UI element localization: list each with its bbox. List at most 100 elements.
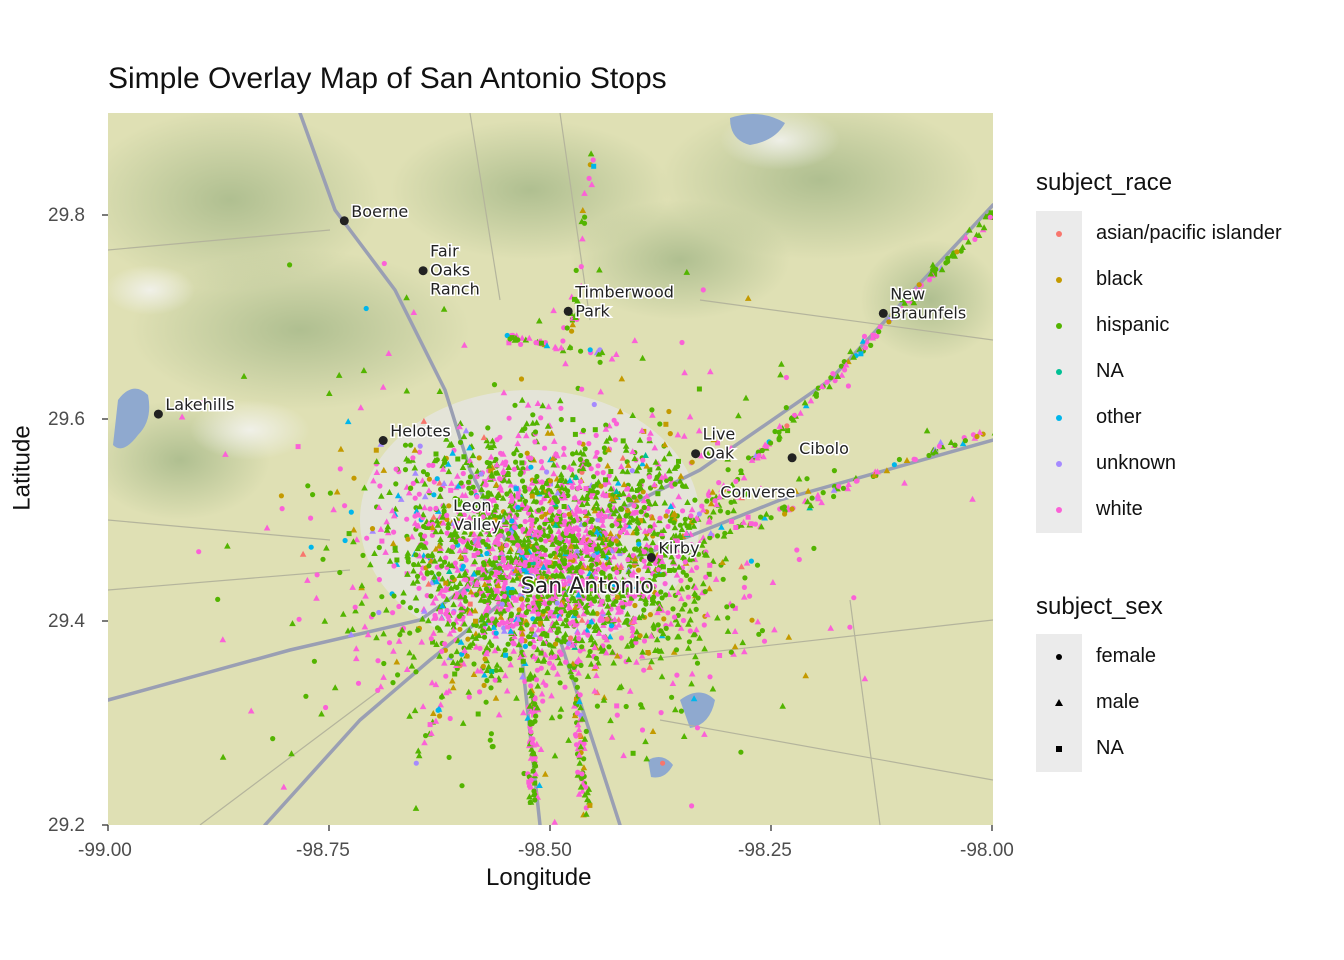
stop-point bbox=[840, 485, 847, 491]
stop-point bbox=[529, 493, 535, 499]
stop-point bbox=[566, 641, 572, 647]
stop-point bbox=[758, 514, 764, 520]
map-plot[interactable]: BoerneFair Oaks Ranch Timberwood ParkNew Brau… bbox=[0, 0, 1344, 960]
stop-point bbox=[558, 609, 564, 615]
stop-point bbox=[445, 525, 451, 531]
stop-point bbox=[634, 530, 640, 536]
stop-point bbox=[448, 487, 454, 493]
place-dot bbox=[339, 216, 349, 226]
stop-point bbox=[408, 442, 414, 448]
stop-point bbox=[641, 504, 647, 511]
stop-point bbox=[416, 491, 422, 497]
stop-point bbox=[444, 607, 450, 614]
stop-point bbox=[861, 333, 868, 339]
stop-point bbox=[704, 498, 710, 504]
stop-point bbox=[682, 516, 688, 522]
stop-point bbox=[717, 508, 724, 514]
stop-point bbox=[524, 450, 530, 456]
stop-point bbox=[862, 345, 869, 351]
stop-point bbox=[505, 606, 511, 613]
stop-point bbox=[845, 383, 852, 389]
stop-point bbox=[446, 754, 452, 761]
stop-point bbox=[676, 458, 681, 464]
stop-point bbox=[405, 559, 411, 565]
stop-point bbox=[513, 486, 519, 492]
stop-point bbox=[689, 459, 695, 465]
stop-point bbox=[439, 694, 445, 700]
stop-point bbox=[519, 478, 526, 484]
legend-color-dot bbox=[1056, 507, 1062, 513]
stop-point bbox=[759, 447, 765, 454]
stop-point bbox=[599, 598, 605, 604]
stop-point bbox=[439, 648, 445, 655]
stop-point bbox=[768, 440, 774, 446]
place-dot bbox=[878, 308, 888, 318]
stop-point bbox=[536, 601, 542, 607]
stop-point bbox=[407, 630, 413, 636]
stop-point bbox=[402, 467, 409, 473]
stop-point bbox=[426, 563, 432, 569]
stop-point bbox=[519, 638, 525, 644]
stop-point bbox=[434, 564, 440, 570]
stop-point bbox=[532, 439, 538, 445]
stop-point bbox=[488, 731, 494, 737]
stop-point bbox=[696, 386, 702, 392]
stop-point bbox=[599, 518, 605, 524]
stop-point bbox=[538, 340, 544, 346]
stop-point bbox=[450, 544, 456, 550]
stop-point bbox=[510, 595, 516, 601]
stop-point bbox=[480, 538, 486, 545]
stop-point bbox=[215, 596, 221, 603]
legend-label: black bbox=[1096, 268, 1143, 290]
stop-point bbox=[694, 565, 700, 571]
stop-point bbox=[598, 483, 604, 489]
stop-point bbox=[643, 601, 649, 607]
stop-point bbox=[414, 573, 421, 580]
stop-point bbox=[571, 518, 577, 524]
stop-point bbox=[481, 598, 488, 605]
place-label: Kirby bbox=[658, 539, 699, 558]
stop-point bbox=[530, 412, 536, 418]
stop-point bbox=[813, 393, 820, 399]
place-dot bbox=[378, 436, 388, 445]
stop-point bbox=[587, 347, 593, 353]
stop-point bbox=[612, 437, 618, 443]
stop-point bbox=[546, 600, 553, 606]
stop-point bbox=[589, 517, 595, 523]
stop-point bbox=[782, 511, 788, 517]
stop-point bbox=[577, 692, 583, 698]
stop-point bbox=[496, 621, 502, 628]
stop-point bbox=[416, 585, 422, 591]
stop-point bbox=[481, 634, 488, 640]
stop-point bbox=[433, 615, 439, 621]
stop-point bbox=[667, 431, 673, 437]
stop-point bbox=[363, 305, 369, 312]
stop-point bbox=[623, 703, 629, 710]
stop-point bbox=[468, 490, 474, 496]
stop-point bbox=[522, 498, 529, 504]
race-legend-title: subject_race bbox=[1036, 169, 1173, 196]
stop-point bbox=[418, 542, 424, 548]
stop-point bbox=[597, 456, 603, 462]
stop-point bbox=[520, 526, 526, 532]
stop-point bbox=[410, 480, 416, 486]
stop-point bbox=[428, 636, 434, 642]
stop-point bbox=[425, 553, 431, 559]
stop-point bbox=[460, 470, 466, 477]
stop-point bbox=[717, 653, 723, 658]
place-label: Lakehills bbox=[165, 395, 234, 414]
stop-point bbox=[655, 622, 661, 628]
stop-point bbox=[391, 529, 397, 535]
stop-point bbox=[475, 570, 481, 576]
stop-point bbox=[490, 743, 496, 750]
stop-point bbox=[578, 348, 584, 354]
stop-point bbox=[662, 581, 668, 587]
place-label: Boerne bbox=[351, 202, 408, 221]
stop-point bbox=[554, 499, 561, 505]
stop-point bbox=[694, 725, 701, 731]
legend-key bbox=[1036, 726, 1082, 772]
stop-point bbox=[896, 456, 903, 463]
stop-point bbox=[601, 445, 608, 451]
stop-point bbox=[533, 568, 539, 574]
stop-point bbox=[530, 768, 536, 774]
